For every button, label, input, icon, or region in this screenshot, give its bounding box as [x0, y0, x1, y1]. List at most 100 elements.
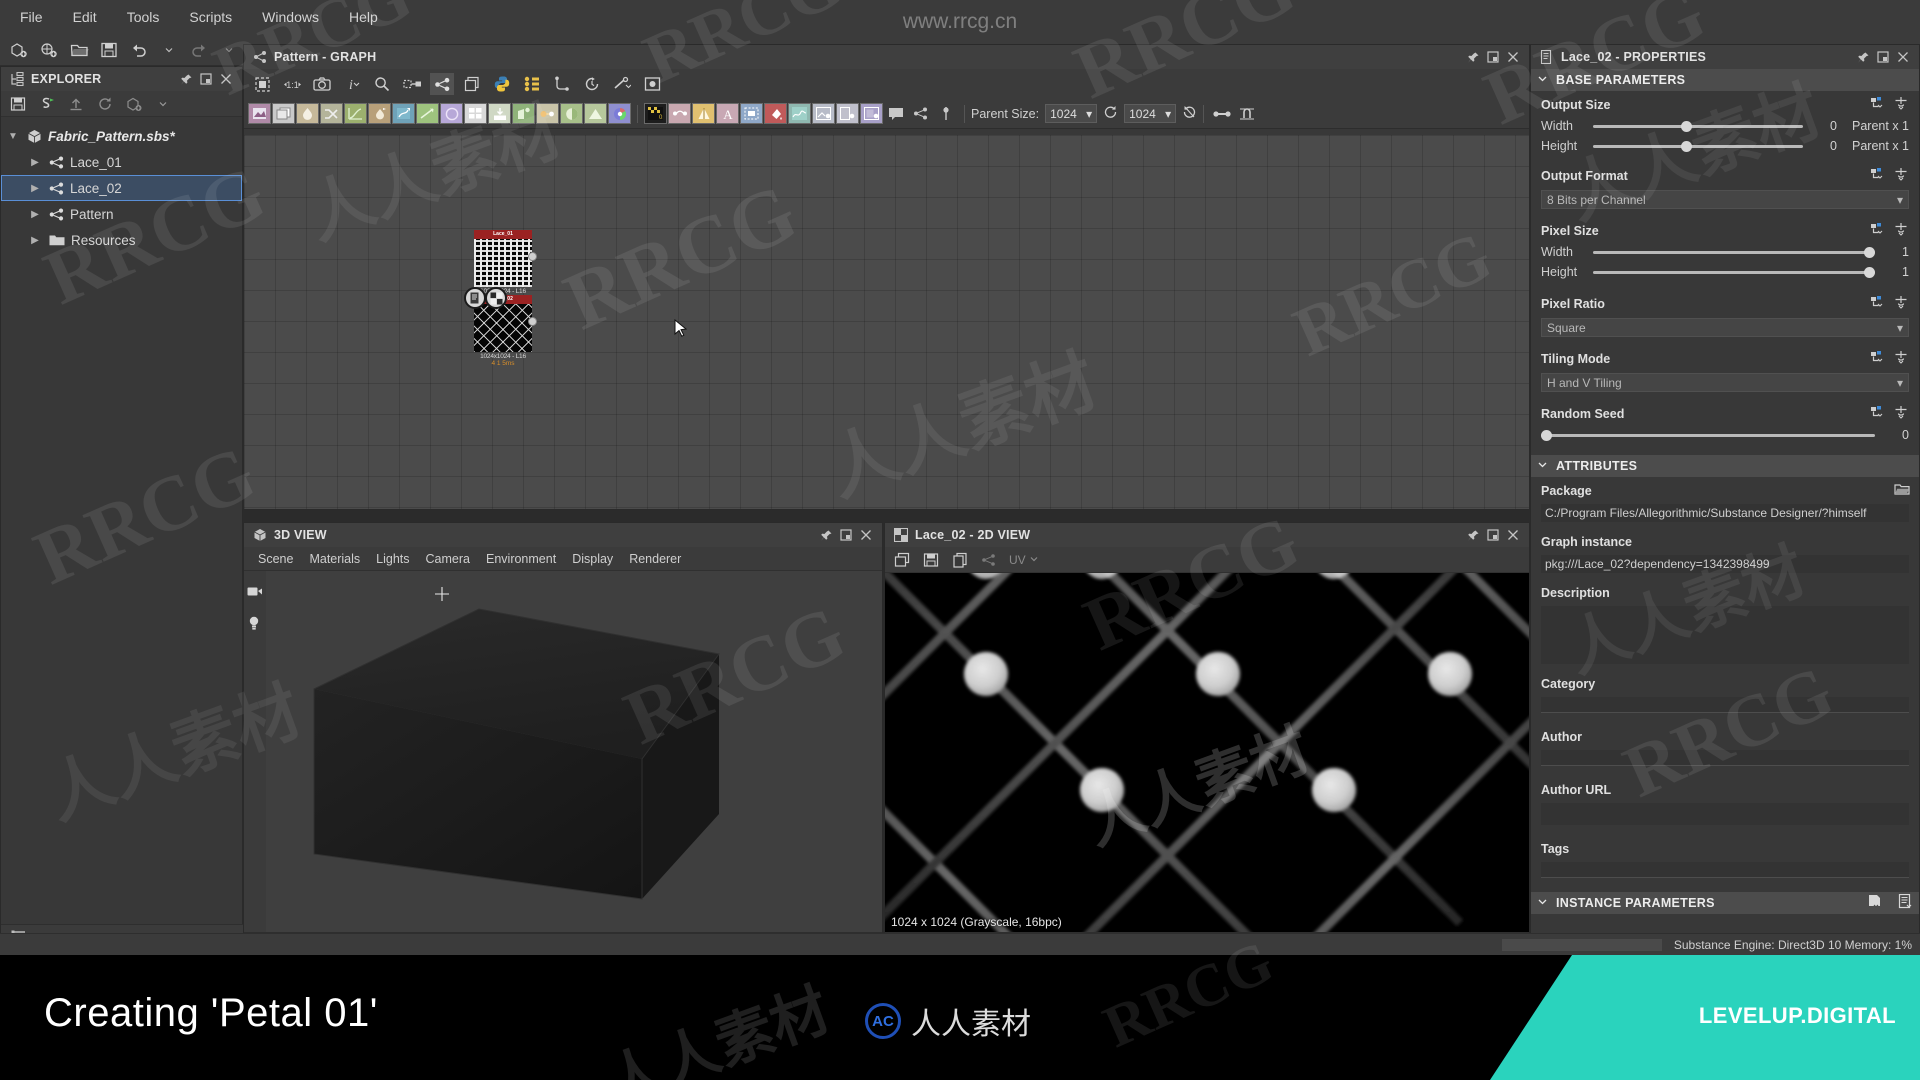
- text-icon[interactable]: A: [716, 103, 739, 124]
- menu-tools[interactable]: Tools: [113, 5, 174, 29]
- pixel-height-slider[interactable]: [1593, 266, 1875, 278]
- substance-export-icon[interactable]: [34, 92, 60, 116]
- maximize-icon[interactable]: [196, 69, 216, 89]
- node-output-port[interactable]: [528, 252, 537, 261]
- close-icon[interactable]: [1893, 47, 1913, 67]
- inherit-icon[interactable]: [1870, 405, 1885, 420]
- package-value-field[interactable]: C:/Program Files/Allegorithmic/Substance…: [1541, 504, 1909, 522]
- color-wheel-icon[interactable]: [608, 103, 631, 124]
- graph-node-icon[interactable]: [909, 103, 933, 125]
- camera-icon[interactable]: [247, 585, 266, 603]
- link-nodes-icon[interactable]: [400, 73, 424, 95]
- link-icon[interactable]: [1894, 96, 1909, 111]
- random-seed-slider[interactable]: [1541, 429, 1875, 441]
- width-mode[interactable]: Parent x 1: [1845, 119, 1909, 133]
- tree-item-resources[interactable]: ▶ Resources: [1, 227, 242, 253]
- link-icon[interactable]: [1894, 222, 1909, 237]
- height-mode[interactable]: Parent x 1: [1845, 139, 1909, 153]
- export-params-icon[interactable]: [1867, 894, 1882, 912]
- node-tree-icon[interactable]: [550, 73, 574, 95]
- menu-scripts[interactable]: Scripts: [175, 5, 246, 29]
- blend-icon[interactable]: [560, 103, 583, 124]
- align-icon[interactable]: [934, 103, 958, 125]
- fill-icon[interactable]: [764, 103, 787, 124]
- author-input[interactable]: [1541, 750, 1909, 766]
- chevron-down-icon[interactable]: ▼: [5, 131, 21, 142]
- view3d-viewport[interactable]: [244, 571, 882, 932]
- section-instance-parameters[interactable]: INSTANCE PARAMETERS: [1531, 892, 1919, 914]
- undo-icon[interactable]: [126, 38, 152, 62]
- timer-icon[interactable]: [580, 73, 604, 95]
- pixel-height-value[interactable]: 1: [1883, 265, 1909, 279]
- python-icon[interactable]: [490, 73, 514, 95]
- inherit-icon[interactable]: [1870, 222, 1885, 237]
- link-icon[interactable]: [1894, 350, 1909, 365]
- new-graph-icon[interactable]: [36, 38, 62, 62]
- tiling-mode-dropdown[interactable]: H and V Tiling ▾: [1541, 373, 1909, 392]
- menu-edit[interactable]: Edit: [59, 5, 111, 29]
- close-icon[interactable]: [1503, 525, 1523, 545]
- new-resource-icon[interactable]: [121, 92, 147, 116]
- tags-input[interactable]: [1541, 862, 1909, 878]
- select-tool-icon[interactable]: [250, 73, 274, 95]
- link-icon[interactable]: [1894, 167, 1909, 182]
- maximize-icon[interactable]: [1483, 47, 1503, 67]
- curve-icon[interactable]: [344, 103, 367, 124]
- description-input[interactable]: [1541, 606, 1909, 664]
- undo-dropdown-icon[interactable]: [156, 38, 182, 62]
- chevron-right-icon[interactable]: ▶: [27, 235, 43, 246]
- checker-icon[interactable]: 01: [644, 103, 667, 124]
- output-format-dropdown[interactable]: 8 Bits per Channel ▾: [1541, 190, 1909, 209]
- chevron-right-icon[interactable]: ▶: [27, 209, 43, 220]
- redo-icon[interactable]: [186, 38, 212, 62]
- maximize-icon[interactable]: [1483, 525, 1503, 545]
- link-sizes-icon[interactable]: [1103, 105, 1118, 122]
- upload-icon[interactable]: [63, 92, 89, 116]
- width-slider[interactable]: [1593, 120, 1803, 132]
- search-icon[interactable]: [370, 73, 394, 95]
- inherit-icon[interactable]: [1870, 350, 1885, 365]
- parent-size-height-dropdown[interactable]: 1024 ▾: [1124, 104, 1177, 123]
- screenshot-icon[interactable]: [310, 73, 334, 95]
- save-image-icon[interactable]: [918, 548, 944, 572]
- thumbnail-icon[interactable]: [640, 73, 664, 95]
- tree-item-fabric-pattern-sbs[interactable]: ▼ Fabric_Pattern.sbs*: [1, 123, 242, 149]
- close-icon[interactable]: [1503, 47, 1523, 67]
- uv-label[interactable]: UV: [1009, 553, 1026, 567]
- copy-node-icon[interactable]: [272, 103, 295, 124]
- new-package-icon[interactable]: [6, 38, 32, 62]
- params-list-icon[interactable]: [1898, 893, 1913, 912]
- paint-icon[interactable]: [512, 103, 535, 124]
- view3d-menu-materials[interactable]: Materials: [301, 549, 368, 569]
- dependency-icon[interactable]: [520, 73, 544, 95]
- align-nodes-icon[interactable]: [1210, 103, 1234, 125]
- height-slider[interactable]: [1593, 140, 1803, 152]
- tree-item-lace-02[interactable]: ▶ Lace_02: [1, 175, 242, 201]
- info-icon[interactable]: i: [340, 73, 364, 95]
- normal-icon[interactable]: [584, 103, 607, 124]
- tile-grid-icon[interactable]: [464, 103, 487, 124]
- link-icon[interactable]: [1894, 405, 1909, 420]
- circle-icon[interactable]: [440, 103, 463, 124]
- close-icon[interactable]: [856, 525, 876, 545]
- inherit-icon[interactable]: [1870, 295, 1885, 310]
- section-attributes[interactable]: ATTRIBUTES: [1531, 455, 1919, 477]
- tools-icon[interactable]: [610, 73, 634, 95]
- height-value[interactable]: 0: [1811, 139, 1837, 153]
- gradient-icon[interactable]: [416, 103, 439, 124]
- category-input[interactable]: [1541, 697, 1909, 713]
- menu-file[interactable]: File: [6, 5, 57, 29]
- comment-icon[interactable]: [884, 103, 908, 125]
- maximize-icon[interactable]: [836, 525, 856, 545]
- graph-instance-value-field[interactable]: pkg:///Lace_02?dependency=1342398499: [1541, 555, 1909, 573]
- duplicate-view-icon[interactable]: [889, 548, 915, 572]
- copy-image-icon[interactable]: [947, 548, 973, 572]
- pin-icon[interactable]: [1853, 47, 1873, 67]
- stack-icon[interactable]: [460, 73, 484, 95]
- pixel-width-value[interactable]: 1: [1883, 245, 1909, 259]
- view3d-menu-scene[interactable]: Scene: [250, 549, 301, 569]
- shuffle-icon[interactable]: [320, 103, 343, 124]
- link-icon[interactable]: [1894, 295, 1909, 310]
- light-icon[interactable]: [247, 615, 266, 636]
- view3d-menu-lights[interactable]: Lights: [368, 549, 417, 569]
